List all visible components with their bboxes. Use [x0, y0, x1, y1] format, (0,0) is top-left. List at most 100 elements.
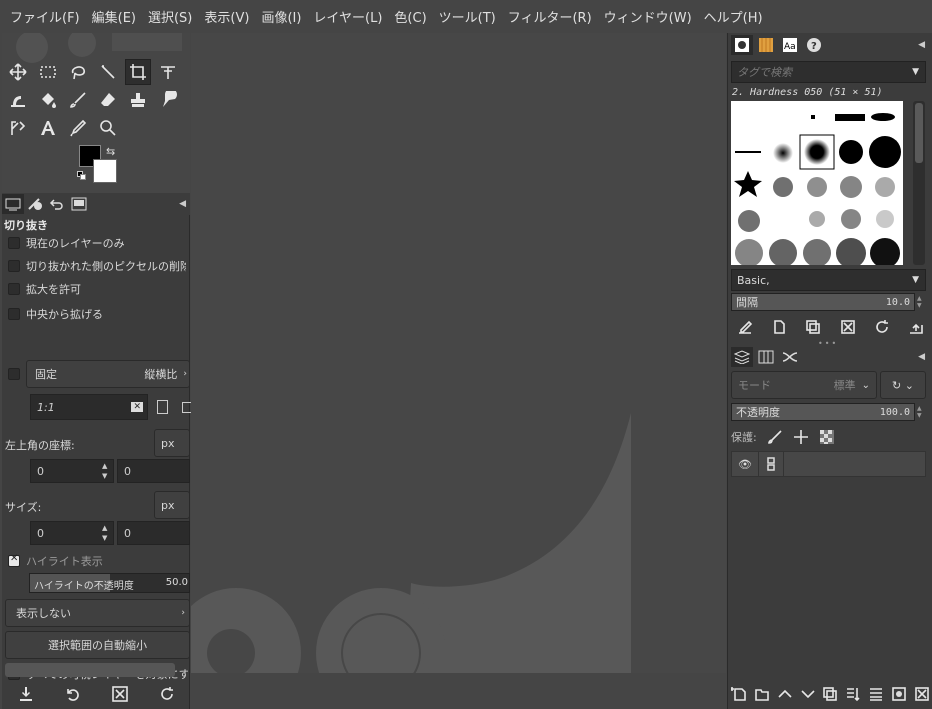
- duplicate-layer-icon[interactable]: [822, 686, 838, 702]
- brush-grid[interactable]: [731, 101, 903, 265]
- brush-grid-scrollbar[interactable]: [913, 101, 925, 265]
- brush-tag-filter[interactable]: タグで検索 ▼: [731, 61, 926, 83]
- color-picker-tool-icon[interactable]: [65, 115, 91, 141]
- duplicate-brush-icon[interactable]: [805, 319, 821, 335]
- paths-tab[interactable]: [779, 347, 801, 367]
- help-tab[interactable]: ?: [803, 35, 825, 55]
- position-unit-dropdown[interactable]: px: [154, 429, 190, 457]
- composite-mode-dropdown[interactable]: ↻ ⌄: [880, 371, 926, 399]
- expand-from-center-row[interactable]: 中央から拡げる: [2, 303, 103, 325]
- menu-file[interactable]: ファイル(F): [4, 7, 86, 26]
- highlight-row[interactable]: ✕ ハイライト表示: [2, 550, 103, 572]
- bucket-fill-tool-icon[interactable]: [35, 87, 61, 113]
- portrait-icon[interactable]: [157, 400, 168, 414]
- mask-layer-icon[interactable]: [891, 686, 907, 702]
- warp-tool-icon[interactable]: [5, 87, 31, 113]
- dock-menu-icon[interactable]: ◀: [918, 352, 925, 362]
- guides-dropdown[interactable]: 表示しない ›: [5, 599, 190, 627]
- expand-from-center-checkbox[interactable]: [8, 308, 20, 320]
- save-preset-icon[interactable]: [17, 685, 35, 703]
- menu-image[interactable]: 画像(I): [255, 7, 307, 26]
- size-unit-dropdown[interactable]: px: [154, 491, 190, 519]
- menu-help[interactable]: ヘルプ(H): [698, 7, 769, 26]
- refresh-brushes-icon[interactable]: [874, 319, 890, 335]
- layer-mode-dropdown[interactable]: モード 標準 ⌄: [731, 371, 877, 399]
- menu-select[interactable]: 選択(S): [142, 7, 198, 26]
- new-layer-group-icon[interactable]: [754, 686, 770, 702]
- delete-layer-icon[interactable]: [914, 686, 930, 702]
- anchor-layer-icon[interactable]: [868, 686, 884, 702]
- dock-menu-icon[interactable]: ◀: [918, 40, 925, 50]
- menu-layer[interactable]: レイヤー(L): [307, 7, 388, 26]
- clone-tool-icon[interactable]: [125, 87, 151, 113]
- position-x-spin-icon[interactable]: ▲ ▼: [102, 461, 107, 481]
- delete-cropped-row[interactable]: 切り抜かれた側のピクセルの削除: [2, 255, 186, 277]
- move-tool-icon[interactable]: [5, 59, 31, 85]
- opacity-spin-icon[interactable]: ▲ ▼: [917, 405, 922, 419]
- crop-tool-icon[interactable]: [125, 59, 151, 85]
- channels-tab[interactable]: [755, 347, 777, 367]
- zoom-tool-icon[interactable]: [95, 115, 121, 141]
- chain-link-icon[interactable]: [758, 452, 784, 476]
- free-select-tool-icon[interactable]: [65, 59, 91, 85]
- reset-icon[interactable]: [158, 685, 176, 703]
- current-layer-only-row[interactable]: 現在のレイヤーのみ: [2, 232, 125, 254]
- paths-tool-icon[interactable]: [5, 115, 31, 141]
- patterns-tab[interactable]: [755, 35, 777, 55]
- smudge-tool-icon[interactable]: [155, 87, 181, 113]
- layers-list[interactable]: [731, 477, 926, 677]
- allow-growing-checkbox[interactable]: [8, 283, 20, 295]
- menu-filters[interactable]: フィルター(R): [502, 7, 598, 26]
- tool-options-tab[interactable]: [2, 194, 24, 214]
- lock-position-icon[interactable]: [793, 429, 809, 445]
- visibility-eye-icon[interactable]: 👁: [732, 458, 758, 471]
- swap-colors-icon[interactable]: ⇆: [106, 145, 115, 158]
- delete-preset-icon[interactable]: [111, 685, 129, 703]
- position-y-input[interactable]: 0: [117, 459, 190, 483]
- highlight-checkbox[interactable]: ✕: [8, 553, 20, 567]
- raise-layer-icon[interactable]: [777, 686, 793, 702]
- lower-layer-icon[interactable]: [800, 686, 816, 702]
- allow-growing-row[interactable]: 拡大を許可: [2, 278, 81, 300]
- clear-icon[interactable]: ✕: [131, 402, 143, 412]
- highlight-opacity-slider[interactable]: ハイライトの不透明度 50.0: [29, 573, 190, 593]
- image-canvas[interactable]: [191, 33, 726, 673]
- device-status-tab[interactable]: [24, 194, 46, 214]
- new-brush-icon[interactable]: [771, 319, 787, 335]
- default-colors-icon[interactable]: [77, 171, 87, 181]
- lock-alpha-icon[interactable]: [819, 429, 835, 445]
- layer-opacity-slider[interactable]: 不透明度 100.0: [731, 403, 915, 421]
- new-layer-icon[interactable]: [731, 686, 747, 702]
- delete-brush-icon[interactable]: [840, 319, 856, 335]
- undo-history-tab[interactable]: [46, 194, 68, 214]
- rect-select-tool-icon[interactable]: [35, 59, 61, 85]
- menu-windows[interactable]: ウィンドウ(W): [598, 7, 698, 26]
- brush-preset-dropdown[interactable]: Basic, ▼: [731, 269, 926, 291]
- size-w-spin-icon[interactable]: ▲ ▼: [102, 523, 107, 543]
- delete-cropped-checkbox[interactable]: [8, 260, 20, 272]
- spacing-spin-icon[interactable]: ▲ ▼: [917, 295, 922, 309]
- brush-spacing-slider[interactable]: 間隔 10.0: [731, 293, 915, 311]
- dock-menu-icon[interactable]: ◀: [179, 199, 186, 209]
- menu-tools[interactable]: ツール(T): [433, 7, 502, 26]
- auto-shrink-button[interactable]: 選択範囲の自動縮小: [5, 631, 190, 659]
- transform-tool-icon[interactable]: [155, 59, 181, 85]
- eraser-tool-icon[interactable]: [95, 87, 121, 113]
- menu-view[interactable]: 表示(V): [198, 7, 255, 26]
- fuzzy-select-tool-icon[interactable]: [95, 59, 121, 85]
- fixed-mode-dropdown[interactable]: 固定 縦横比 ›: [26, 360, 190, 388]
- lock-pixels-icon[interactable]: [767, 429, 783, 445]
- ratio-input[interactable]: 1:1 ✕: [30, 394, 148, 420]
- fonts-tab[interactable]: Aa: [779, 35, 801, 55]
- options-scrollbar[interactable]: [5, 663, 175, 677]
- current-layer-only-checkbox[interactable]: [8, 237, 20, 249]
- open-as-image-icon[interactable]: [908, 319, 924, 335]
- images-tab[interactable]: [68, 194, 90, 214]
- restore-preset-icon[interactable]: [64, 685, 82, 703]
- edit-brush-icon[interactable]: [737, 319, 753, 335]
- paintbrush-tool-icon[interactable]: [65, 87, 91, 113]
- brushes-tab[interactable]: [731, 35, 753, 55]
- merge-layer-icon[interactable]: [845, 686, 861, 702]
- fixed-checkbox[interactable]: [8, 368, 20, 380]
- menu-edit[interactable]: 編集(E): [86, 7, 142, 26]
